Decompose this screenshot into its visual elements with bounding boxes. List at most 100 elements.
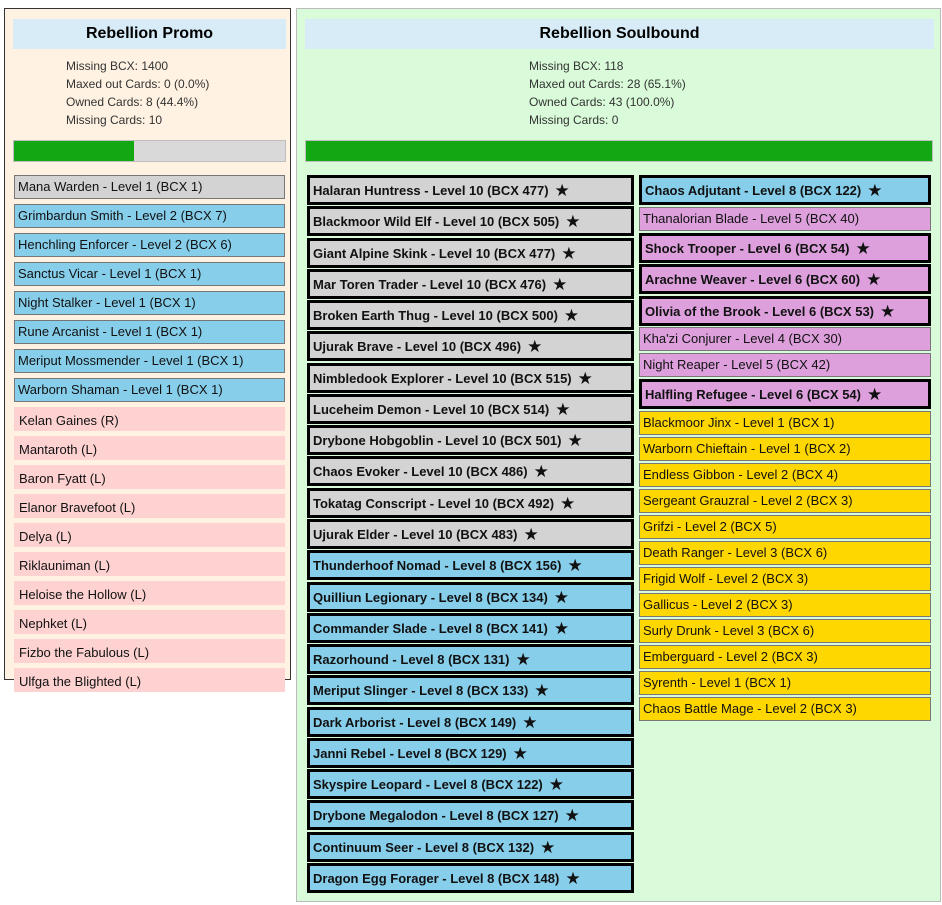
card-item[interactable]: Baron Fyatt (L) (14, 465, 285, 489)
card-item[interactable]: Emberguard - Level 2 (BCX 3) (639, 644, 931, 669)
card-item[interactable]: Mantaroth (L) (14, 436, 285, 460)
card-label: Fizbo the Fabulous (L) (19, 645, 150, 660)
card-label: Ujurak Elder - Level 10 (BCX 483) (313, 526, 518, 542)
maxed-cards-stat: Maxed out Cards: 28 (65.1%) (529, 77, 686, 91)
card-item[interactable]: Endless Gibbon - Level 2 (BCX 4) (639, 462, 931, 487)
card-item[interactable]: Grifzi - Level 2 (BCX 5) (639, 514, 931, 539)
card-item[interactable]: Olivia of the Brook - Level 6 (BCX 53) ★ (639, 295, 931, 326)
card-item[interactable]: Blackmoor Jinx - Level 1 (BCX 1) (639, 410, 931, 435)
card-item[interactable]: Drybone Hobgoblin - Level 10 (BCX 501) ★ (307, 425, 634, 456)
card-item[interactable]: Elanor Bravefoot (L) (14, 494, 285, 518)
star-icon: ★ (512, 743, 528, 763)
star-icon: ★ (567, 556, 583, 576)
card-item[interactable]: Mar Toren Trader - Level 10 (BCX 476) ★ (307, 268, 634, 299)
card-item[interactable]: Continuum Seer - Level 8 (BCX 132) ★ (307, 831, 634, 862)
panel-title: Rebellion Soulbound (305, 19, 934, 49)
card-label: Meriput Mossmender - Level 1 (BCX 1) (18, 353, 244, 368)
card-item[interactable]: Halaran Huntress - Level 10 (BCX 477) ★ (307, 175, 634, 205)
card-item[interactable]: Death Ranger - Level 3 (BCX 6) (639, 540, 931, 565)
stats-block: Missing BCX: 1400 Maxed out Cards: 0 (0.… (66, 57, 209, 129)
card-label: Riklauniman (L) (19, 558, 111, 573)
card-item[interactable]: Janni Rebel - Level 8 (BCX 129) ★ (307, 737, 634, 768)
card-item[interactable]: Syrenth - Level 1 (BCX 1) (639, 670, 931, 695)
card-label: Warborn Shaman - Level 1 (BCX 1) (18, 382, 223, 397)
card-item[interactable]: Rune Arcanist - Level 1 (BCX 1) (14, 320, 285, 344)
card-item[interactable]: Henchling Enforcer - Level 2 (BCX 6) (14, 233, 285, 257)
card-item[interactable]: Grimbardun Smith - Level 2 (BCX 7) (14, 204, 285, 228)
card-label: Giant Alpine Skink - Level 10 (BCX 477) (313, 245, 556, 261)
owned-cards-stat: Owned Cards: 43 (100.0%) (529, 95, 675, 109)
card-item[interactable]: Tokatag Conscript - Level 10 (BCX 492) ★ (307, 487, 634, 518)
card-item[interactable]: Thunderhoof Nomad - Level 8 (BCX 156) ★ (307, 550, 634, 581)
card-item[interactable]: Thanalorian Blade - Level 5 (BCX 40) (639, 206, 931, 231)
card-item[interactable]: Gallicus - Level 2 (BCX 3) (639, 592, 931, 617)
card-item[interactable]: Warborn Shaman - Level 1 (BCX 1) (14, 378, 285, 402)
card-label: Meriput Slinger - Level 8 (BCX 133) (313, 683, 529, 699)
card-item[interactable]: Fizbo the Fabulous (L) (14, 639, 285, 663)
card-item[interactable]: Razorhound - Level 8 (BCX 131) ★ (307, 644, 634, 675)
card-item[interactable]: Drybone Megalodon - Level 8 (BCX 127) ★ (307, 800, 634, 831)
card-label: Quilliun Legionary - Level 8 (BCX 134) (313, 589, 548, 605)
progress-bar (305, 140, 933, 162)
card-item[interactable]: Dragon Egg Forager - Level 8 (BCX 148) ★ (307, 862, 634, 893)
card-item[interactable]: Kelan Gaines (R) (14, 407, 285, 431)
card-item[interactable]: Riklauniman (L) (14, 552, 285, 576)
maxed-cards-stat: Maxed out Cards: 0 (0.0%) (66, 77, 210, 91)
card-item[interactable]: Halfling Refugee - Level 6 (BCX 54) ★ (639, 379, 931, 409)
card-item[interactable]: Delya (L) (14, 523, 285, 547)
card-label: Endless Gibbon - Level 2 (BCX 4) (643, 466, 839, 482)
card-item[interactable]: Dark Arborist - Level 8 (BCX 149) ★ (307, 706, 634, 737)
card-item[interactable]: Ujurak Brave - Level 10 (BCX 496) ★ (307, 331, 634, 362)
card-label: Razorhound - Level 8 (BCX 131) (313, 652, 510, 668)
card-item[interactable]: Night Stalker - Level 1 (BCX 1) (14, 291, 285, 315)
star-icon: ★ (866, 270, 882, 289)
card-item[interactable]: Meriput Slinger - Level 8 (BCX 133) ★ (307, 675, 634, 706)
star-icon: ★ (561, 243, 577, 263)
card-item[interactable]: Luceheim Demon - Level 10 (BCX 514) ★ (307, 393, 634, 424)
star-icon: ★ (553, 587, 570, 607)
card-label: Dark Arborist - Level 8 (BCX 149) (313, 714, 517, 730)
star-icon: ★ (577, 368, 593, 388)
card-item[interactable]: Skyspire Leopard - Level 8 (BCX 122) ★ (307, 769, 634, 800)
card-item[interactable]: Nephket (L) (14, 610, 285, 634)
card-item[interactable]: Night Reaper - Level 5 (BCX 42) (639, 353, 931, 377)
card-item[interactable]: Blackmoor Wild Elf - Level 10 (BCX 505) ★ (307, 206, 634, 237)
card-item[interactable]: Meriput Mossmender - Level 1 (BCX 1) (14, 349, 285, 373)
star-icon: ★ (552, 274, 568, 294)
card-item[interactable]: Broken Earth Thug - Level 10 (BCX 500) ★ (307, 300, 634, 331)
card-item[interactable]: Shock Trooper - Level 6 (BCX 54) ★ (639, 232, 931, 263)
card-item[interactable]: Frigid Wolf - Level 2 (BCX 3) (639, 566, 931, 591)
card-item[interactable]: Giant Alpine Skink - Level 10 (BCX 477) ★ (307, 237, 634, 268)
card-item[interactable]: Quilliun Legionary - Level 8 (BCX 134) ★ (307, 581, 634, 612)
card-label: Chaos Adjutant - Level 8 (BCX 122) (645, 183, 862, 198)
star-icon: ★ (522, 712, 538, 732)
card-item[interactable]: Sergeant Grauzral - Level 2 (BCX 3) (639, 488, 931, 513)
card-label: Olivia of the Brook - Level 6 (BCX 53) (645, 303, 874, 319)
card-item[interactable]: Ulfga the Blighted (L) (14, 668, 285, 692)
missing-cards-stat: Missing Cards: 10 (66, 113, 163, 127)
card-item[interactable]: Mana Warden - Level 1 (BCX 1) (14, 175, 285, 199)
card-item[interactable]: Warborn Chieftain - Level 1 (BCX 2) (639, 436, 931, 461)
star-icon: ★ (515, 650, 531, 670)
card-label: Dragon Egg Forager - Level 8 (BCX 148) (313, 870, 560, 886)
card-item[interactable]: Commander Slade - Level 8 (BCX 141) ★ (307, 612, 634, 643)
card-item[interactable]: Chaos Adjutant - Level 8 (BCX 122) ★ (639, 175, 931, 205)
card-label: Thunderhoof Nomad - Level 8 (BCX 156) (313, 558, 562, 574)
card-item[interactable]: Surly Drunk - Level 3 (BCX 6) (639, 618, 931, 643)
card-label: Mana Warden - Level 1 (BCX 1) (18, 179, 203, 194)
card-item[interactable]: Kha'zi Conjurer - Level 4 (BCX 30) (639, 327, 931, 351)
card-item[interactable]: Chaos Battle Mage - Level 2 (BCX 3) (639, 696, 931, 721)
star-icon: ★ (534, 681, 550, 701)
star-icon: ★ (567, 431, 583, 451)
card-label: Halfling Refugee - Level 6 (BCX 54) (645, 387, 861, 402)
card-item[interactable]: Nimbledook Explorer - Level 10 (BCX 515)… (307, 362, 634, 393)
panel-title: Rebellion Promo (13, 19, 286, 49)
card-item[interactable]: Heloise the Hollow (L) (14, 581, 285, 605)
card-item[interactable]: Chaos Evoker - Level 10 (BCX 486) ★ (307, 456, 634, 487)
card-item[interactable]: Sanctus Vicar - Level 1 (BCX 1) (14, 262, 285, 286)
card-label: Sergeant Grauzral - Level 2 (BCX 3) (643, 492, 853, 508)
soulbound-panel: Rebellion Soulbound Missing BCX: 118 Max… (296, 8, 941, 902)
card-item[interactable]: Arachne Weaver - Level 6 (BCX 60) ★ (639, 264, 931, 294)
card-item[interactable]: Ujurak Elder - Level 10 (BCX 483) ★ (307, 518, 634, 549)
card-label: Delya (L) (19, 529, 72, 544)
